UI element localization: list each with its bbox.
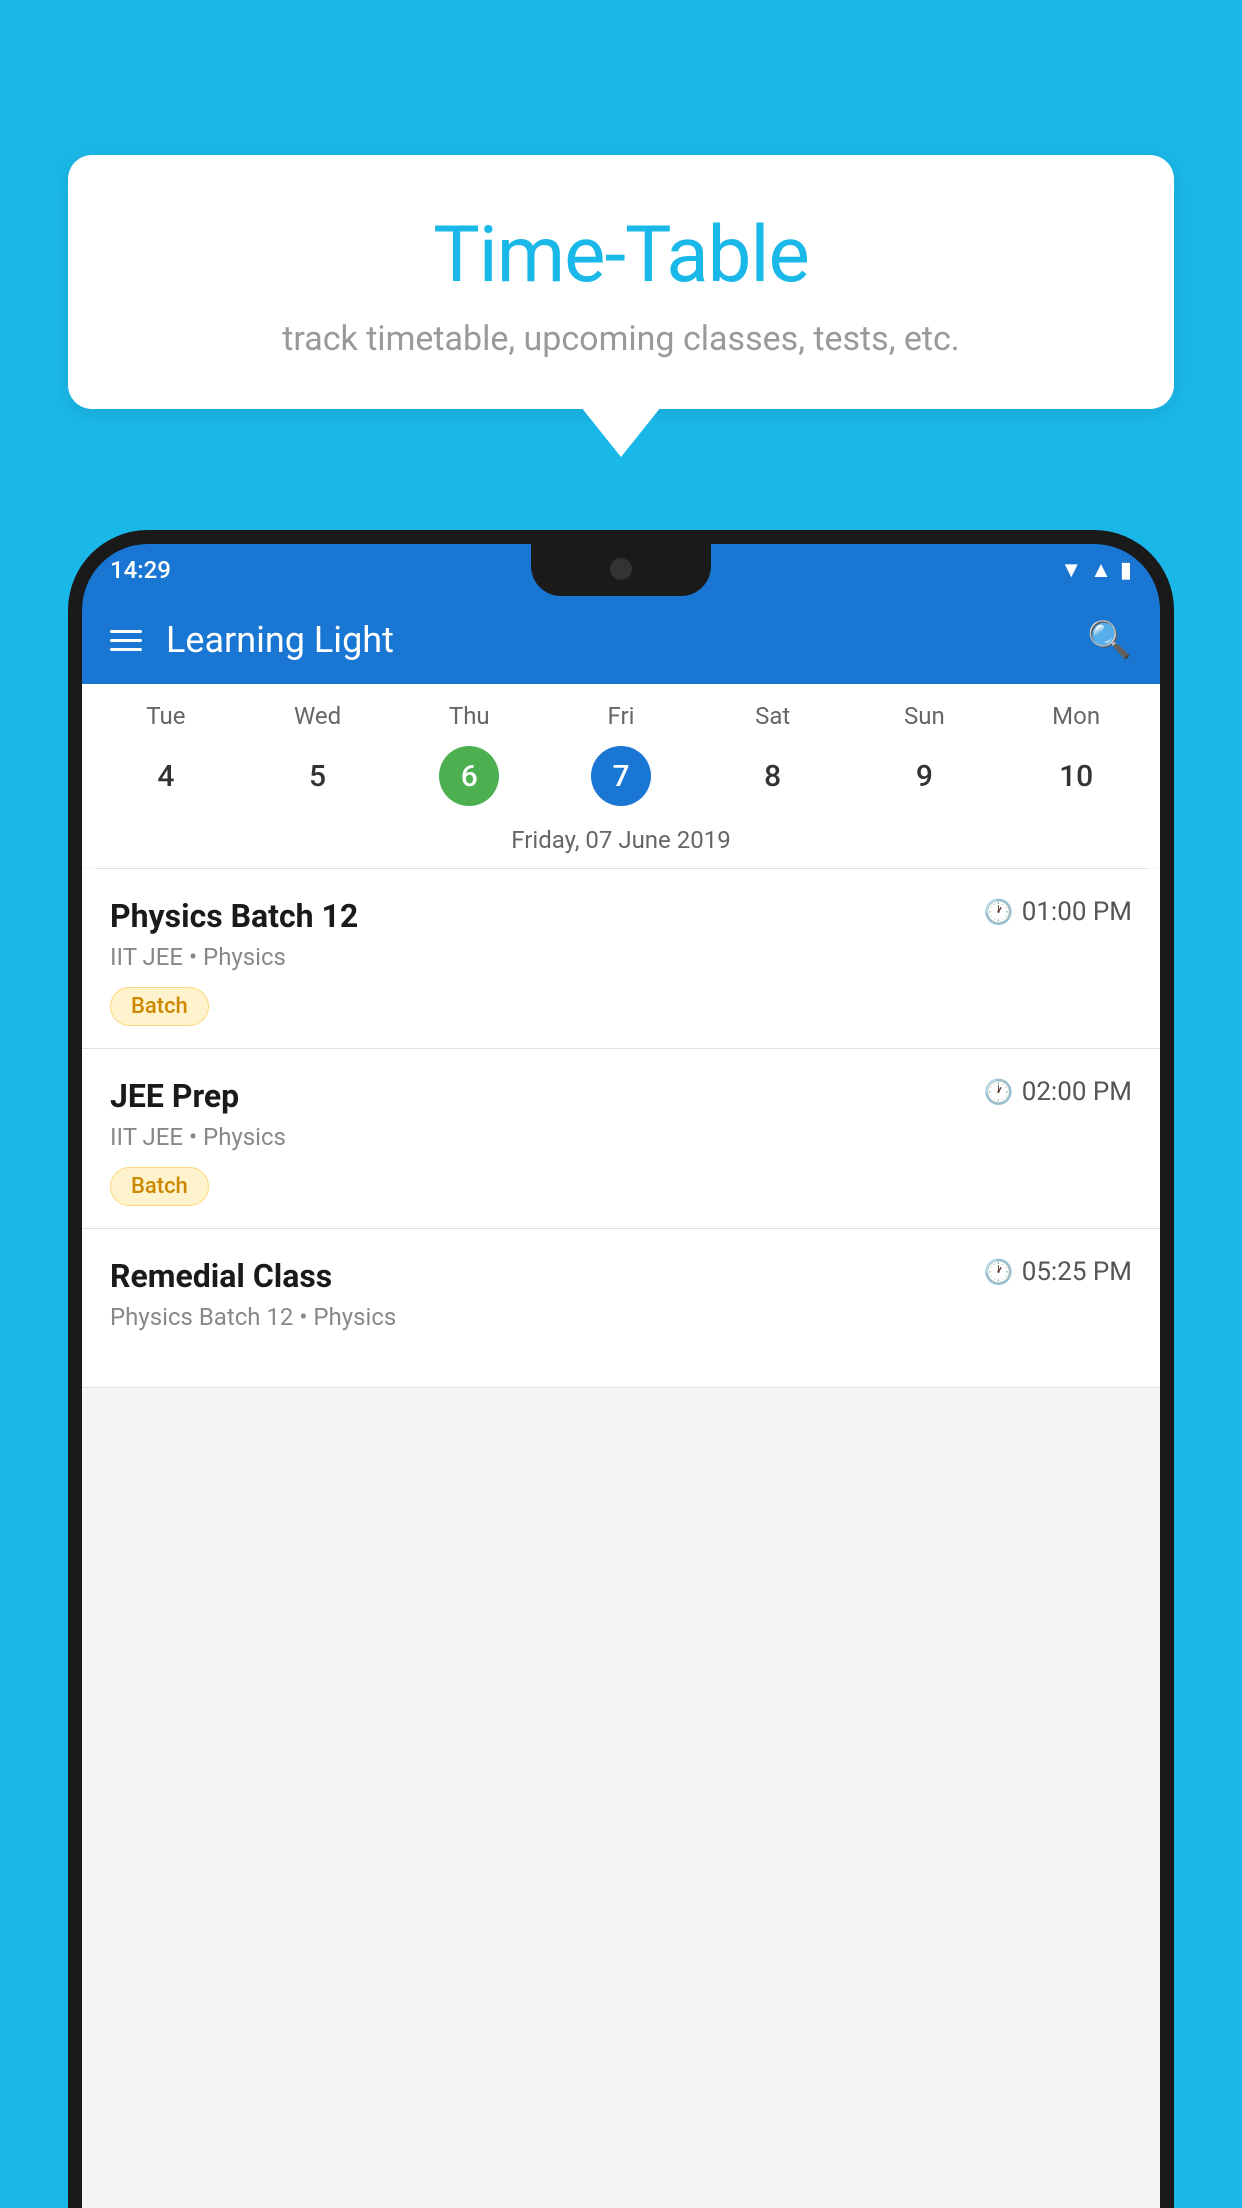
day-label-2: Thu [393, 702, 545, 730]
day-label-4: Sat [697, 702, 849, 730]
class-title-1: JEE Prep [110, 1077, 239, 1115]
clock-icon-0: 🕐 [984, 898, 1014, 926]
wifi-icon: ▼ [1060, 557, 1082, 583]
app-title: Learning Light [166, 619, 1087, 661]
app-bar: Learning Light 🔍 [82, 596, 1160, 684]
camera [610, 558, 632, 580]
time-label-1: 02:00 PM [1022, 1077, 1132, 1107]
time-label-2: 05:25 PM [1022, 1257, 1132, 1287]
date-circle-6: 6 [439, 746, 499, 806]
time-label-0: 01:00 PM [1022, 897, 1132, 927]
batch-tag-0: Batch [110, 987, 209, 1026]
date-circle-9: 9 [894, 746, 954, 806]
schedule-list: Physics Batch 12 🕐 01:00 PM IIT JEE • Ph… [82, 869, 1160, 1388]
date-circle-7: 7 [591, 746, 651, 806]
phone-screen: 14:29 ▼ ▲ ▮ Learning Light 🔍 [82, 544, 1160, 2208]
schedule-item-2[interactable]: Remedial Class 🕐 05:25 PM Physics Batch … [82, 1229, 1160, 1388]
class-time-0: 🕐 01:00 PM [984, 897, 1132, 927]
date-circle-10: 10 [1046, 746, 1106, 806]
bubble-title: Time-Table [108, 210, 1134, 301]
batch-tag-1: Batch [110, 1167, 209, 1206]
class-subtitle-2: Physics Batch 12 • Physics [110, 1303, 1132, 1331]
clock-icon-2: 🕐 [984, 1258, 1014, 1286]
phone-frame: 14:29 ▼ ▲ ▮ Learning Light 🔍 [68, 530, 1174, 2208]
status-icons: ▼ ▲ ▮ [1060, 557, 1132, 583]
signal-icon: ▲ [1090, 557, 1112, 583]
day-label-0: Tue [90, 702, 242, 730]
day-label-6: Mon [1000, 702, 1152, 730]
class-title-0: Physics Batch 12 [110, 897, 358, 935]
schedule-item-0[interactable]: Physics Batch 12 🕐 01:00 PM IIT JEE • Ph… [82, 869, 1160, 1049]
phone-container: 14:29 ▼ ▲ ▮ Learning Light 🔍 [68, 530, 1174, 2208]
class-subtitle-1: IIT JEE • Physics [110, 1123, 1132, 1151]
date-circle-5: 5 [288, 746, 348, 806]
date-9[interactable]: 9 [849, 746, 1001, 806]
speech-bubble: Time-Table track timetable, upcoming cla… [68, 155, 1174, 409]
clock-icon-1: 🕐 [984, 1078, 1014, 1106]
class-subtitle-0: IIT JEE • Physics [110, 943, 1132, 971]
schedule-item-header-1: JEE Prep 🕐 02:00 PM [110, 1077, 1132, 1115]
status-time: 14:29 [110, 556, 171, 584]
date-6[interactable]: 6 [393, 746, 545, 806]
dates-row: 4 5 6 7 8 [82, 738, 1160, 818]
bubble-subtitle: track timetable, upcoming classes, tests… [108, 319, 1134, 359]
search-icon[interactable]: 🔍 [1087, 619, 1132, 661]
date-circle-8: 8 [743, 746, 803, 806]
day-label-3: Fri [545, 702, 697, 730]
class-time-2: 🕐 05:25 PM [984, 1257, 1132, 1287]
date-7[interactable]: 7 [545, 746, 697, 806]
phone-notch [531, 544, 711, 596]
calendar-section: Tue Wed Thu Fri Sat Sun Mon 4 [82, 684, 1160, 868]
date-8[interactable]: 8 [697, 746, 849, 806]
day-label-1: Wed [242, 702, 394, 730]
schedule-item-header-2: Remedial Class 🕐 05:25 PM [110, 1257, 1132, 1295]
days-row: Tue Wed Thu Fri Sat Sun Mon [82, 684, 1160, 738]
selected-date-label: Friday, 07 June 2019 [82, 818, 1160, 868]
phone-content: Tue Wed Thu Fri Sat Sun Mon 4 [82, 684, 1160, 2208]
schedule-item-header-0: Physics Batch 12 🕐 01:00 PM [110, 897, 1132, 935]
schedule-item-1[interactable]: JEE Prep 🕐 02:00 PM IIT JEE • Physics Ba… [82, 1049, 1160, 1229]
date-circle-4: 4 [136, 746, 196, 806]
battery-icon: ▮ [1120, 558, 1132, 583]
speech-bubble-container: Time-Table track timetable, upcoming cla… [68, 155, 1174, 409]
class-title-2: Remedial Class [110, 1257, 332, 1295]
date-10[interactable]: 10 [1000, 746, 1152, 806]
day-label-5: Sun [849, 702, 1001, 730]
date-5[interactable]: 5 [242, 746, 394, 806]
menu-icon[interactable] [110, 630, 142, 651]
class-time-1: 🕐 02:00 PM [984, 1077, 1132, 1107]
date-4[interactable]: 4 [90, 746, 242, 806]
